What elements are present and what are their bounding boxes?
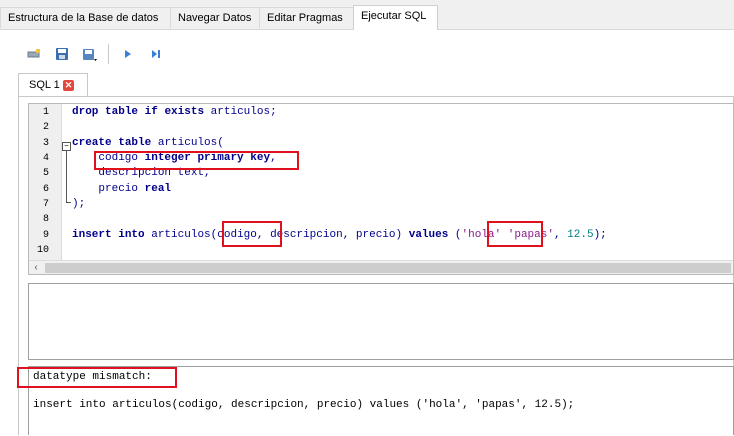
line-number: 9	[42, 230, 49, 241]
highlight-codigo-primary-key	[94, 151, 299, 170]
main-tab-bar: Estructura de la Base de datos Navegar D…	[0, 0, 734, 30]
tab-edit-pragmas[interactable]: Editar Pragmas	[259, 7, 354, 28]
line-number: 5	[42, 168, 49, 179]
close-icon[interactable]: ✕	[63, 80, 74, 91]
line-number: 4	[42, 153, 49, 164]
line-number-gutter: 1 2 3 4 5 6 7 8 9 10	[29, 104, 62, 260]
editor-horizontal-scrollbar[interactable]: ‹	[29, 260, 733, 274]
results-grid[interactable]	[28, 283, 734, 360]
sql-editor[interactable]: 1 2 3 4 5 6 7 8 9 10 − drop table if exi…	[28, 103, 734, 275]
execute-line-icon[interactable]	[146, 44, 166, 64]
save-sql-file-icon[interactable]	[80, 44, 100, 64]
code-line: drop table if exists articulos;	[72, 106, 277, 118]
fold-guide	[66, 150, 67, 202]
executed-statement: insert into articulos(codigo, descripcio…	[33, 399, 575, 411]
scrollbar-thumb[interactable]	[45, 263, 731, 273]
line-number: 2	[42, 122, 49, 133]
line-number: 10	[36, 245, 49, 256]
code-line: precio real	[98, 183, 172, 195]
tab-label: Navegar Datos	[178, 12, 252, 24]
tab-sql-1[interactable]: SQL 1 ✕	[18, 73, 88, 97]
execute-all-icon[interactable]	[118, 44, 138, 64]
highlight-codigo-column	[222, 221, 282, 247]
tab-label: Editar Pragmas	[267, 12, 343, 24]
tab-database-structure[interactable]: Estructura de la Base de datos	[0, 7, 171, 28]
code-line: create table articulos(	[72, 137, 224, 149]
line-number: 1	[42, 107, 49, 118]
highlight-error-message	[17, 367, 177, 388]
line-number: 6	[42, 184, 49, 195]
scroll-left-icon[interactable]: ‹	[29, 261, 43, 274]
code-line: );	[72, 198, 86, 210]
line-number: 3	[42, 138, 49, 149]
toolbar-separator	[108, 44, 109, 64]
open-sql-file-icon[interactable]	[52, 44, 72, 64]
line-number: 7	[42, 199, 49, 210]
open-tab-icon[interactable]	[24, 44, 44, 64]
line-number: 8	[42, 214, 49, 225]
tab-label: Estructura de la Base de datos	[8, 12, 159, 24]
tab-browse-data[interactable]: Navegar Datos	[170, 7, 260, 28]
highlight-hola-value	[487, 221, 543, 247]
tab-execute-sql[interactable]: Ejecutar SQL	[353, 5, 438, 30]
fold-guide-end	[66, 202, 71, 203]
sql-tab-label: SQL 1	[29, 79, 60, 91]
tab-label: Ejecutar SQL	[361, 10, 427, 22]
